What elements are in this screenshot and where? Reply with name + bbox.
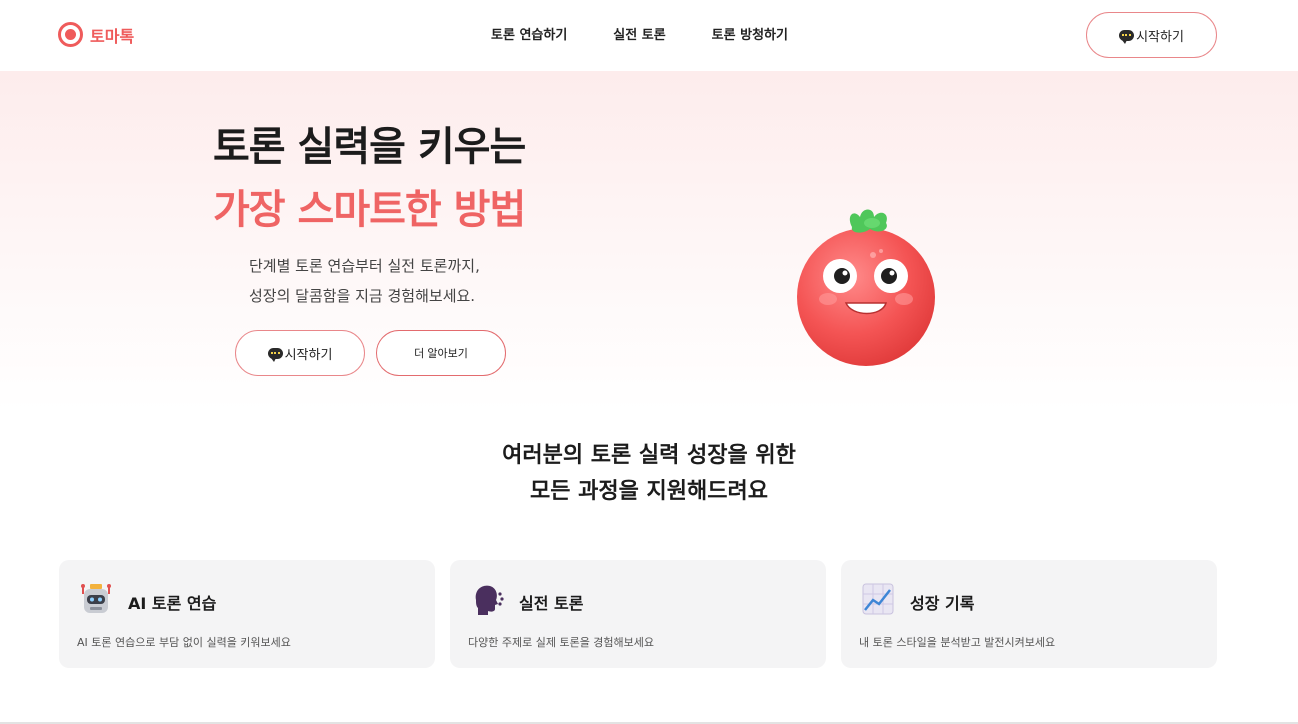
nav-item-spectate[interactable]: 토론 방청하기 bbox=[712, 24, 788, 43]
feature-description: 다양한 주제로 실제 토론을 경험해보세요 bbox=[468, 636, 655, 649]
header-start-label: 시작하기 bbox=[1136, 28, 1184, 44]
feature-title: AI 토론 연습 bbox=[128, 594, 217, 613]
speaking-head-icon bbox=[475, 585, 504, 615]
hero-start-button[interactable]: 시작하기 bbox=[235, 330, 365, 376]
main-nav: 토론 연습하기 실전 토론 토론 방청하기 bbox=[491, 24, 788, 43]
talk-bubble-icon bbox=[1119, 29, 1135, 44]
logo-link[interactable]: 토마톡 bbox=[58, 22, 134, 47]
nav-item-live-debate[interactable]: 실전 토론 bbox=[613, 24, 665, 43]
hero-section: 토론 실력을 키우는 가장 스마트한 방법 단계별 토론 연습부터 실전 토론까… bbox=[0, 71, 1298, 411]
tomato-mascot-illustration bbox=[797, 209, 935, 366]
features-heading-line-1: 여러분의 토론 실력 성장을 위한 bbox=[502, 443, 796, 468]
logo-text: 토마톡 bbox=[90, 26, 135, 46]
talk-bubble-icon bbox=[267, 347, 283, 362]
hero-desc-line-1: 단계별 토론 연습부터 실전 토론까지, bbox=[249, 257, 480, 275]
hero-desc-line-2: 성장의 달콤함을 지금 경험해보세요. bbox=[249, 287, 476, 305]
feature-description: AI 토론 연습으로 부담 없이 실력을 키워보세요 bbox=[77, 636, 291, 649]
feature-description: 내 토론 스타일을 분석받고 발전시켜보세요 bbox=[859, 636, 1056, 649]
feature-card-ai-practice[interactable]: AI 토론 연습 AI 토론 연습으로 부담 없이 실력을 키워보세요 bbox=[59, 560, 435, 668]
hero-description: 단계별 토론 연습부터 실전 토론까지, 성장의 달콤함을 지금 경험해보세요. bbox=[249, 251, 480, 311]
hero-title-accent: 가장 스마트한 방법 bbox=[213, 187, 526, 233]
site-header: 토마톡 토론 연습하기 실전 토론 토론 방청하기 시작하기 bbox=[0, 0, 1298, 71]
feature-card-live-debate[interactable]: 실전 토론 다양한 주제로 실제 토론을 경험해보세요 bbox=[450, 560, 826, 668]
logo-target-icon bbox=[58, 22, 83, 47]
features-heading-line-2: 모든 과정을 지원해드려요 bbox=[530, 479, 768, 504]
robot-icon bbox=[81, 584, 111, 613]
hero-title: 토론 실력을 키우는 bbox=[213, 124, 526, 170]
feature-title: 성장 기록 bbox=[910, 594, 975, 613]
feature-card-growth-record[interactable]: 성장 기록 내 토론 스타일을 분석받고 발전시켜보세요 bbox=[841, 560, 1217, 668]
page: 토마톡 토론 연습하기 실전 토론 토론 방청하기 시작하기 토론 실력을 키우… bbox=[0, 0, 1298, 724]
nav-item-practice[interactable]: 토론 연습하기 bbox=[491, 24, 567, 43]
learn-more-button[interactable]: 더 알아보기 bbox=[376, 330, 506, 376]
header-start-button[interactable]: 시작하기 bbox=[1086, 12, 1217, 58]
chart-increasing-icon bbox=[862, 583, 894, 615]
learn-more-label: 더 알아보기 bbox=[414, 348, 468, 360]
features-heading: 여러분의 토론 실력 성장을 위한 모든 과정을 지원해드려요 bbox=[0, 438, 1298, 510]
feature-title: 실전 토론 bbox=[519, 594, 584, 613]
hero-start-label: 시작하기 bbox=[284, 346, 333, 362]
